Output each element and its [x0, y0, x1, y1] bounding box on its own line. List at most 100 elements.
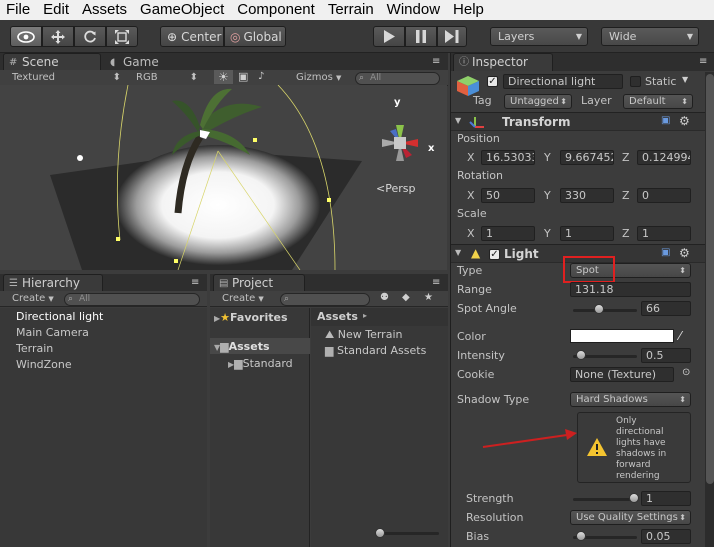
filter-by-type-icon[interactable]: ⚉ [380, 292, 389, 303]
shadow-type-dropdown[interactable]: Hard Shadows ⬍ [570, 392, 691, 407]
project-create-dropdown[interactable]: Create ▼ [218, 292, 274, 306]
scale-x-field[interactable]: 1 [481, 226, 535, 241]
rotation-x-field[interactable]: 50 [481, 188, 535, 203]
intensity-field[interactable]: 0.5 [641, 348, 691, 363]
panel-menu-icon[interactable]: ≡ [432, 277, 440, 288]
menu-gameobject[interactable]: GameObject [134, 0, 231, 20]
scene-search-input[interactable]: ⌕ All [355, 72, 440, 85]
tab-scene[interactable]: # Scene [3, 53, 101, 71]
layer-dropdown[interactable]: Default ⬍ [623, 94, 693, 109]
scene-image-icon[interactable]: ▣ [238, 70, 248, 83]
panel-menu-icon[interactable]: ≡ [432, 56, 440, 67]
spot-angle-field[interactable]: 66 [641, 301, 691, 316]
menu-window[interactable]: Window [381, 0, 447, 20]
menu-terrain[interactable]: Terrain [322, 0, 381, 20]
pause-button[interactable] [405, 26, 437, 47]
light-type-label: Type [457, 264, 483, 277]
hierarchy-item-terrain[interactable]: Terrain [16, 342, 53, 355]
tree-standard[interactable]: ▶▆Standard [228, 357, 293, 370]
scale-y-field[interactable]: 1 [560, 226, 614, 241]
range-field[interactable]: 131.18 [570, 282, 691, 297]
audio-icon[interactable]: ♪ [258, 71, 264, 82]
tree-assets-row[interactable]: ▼▆Assets [210, 338, 310, 354]
layers-dropdown[interactable]: Layers ▼ [490, 27, 588, 46]
shadow-type-label: Shadow Type [457, 393, 530, 406]
menu-component[interactable]: Component [231, 0, 322, 20]
layout-dropdown[interactable]: Wide ▼ [601, 27, 699, 46]
filter-by-label-icon[interactable]: ◆ [402, 292, 410, 303]
view-tool-button[interactable] [10, 26, 42, 47]
scene-lighting-icon[interactable]: ☀ [214, 70, 233, 84]
strength-slider-knob[interactable] [629, 493, 639, 503]
tab-project[interactable]: ▤ Project [213, 274, 305, 292]
tab-inspector[interactable]: ⓘ Inspector [453, 53, 553, 71]
active-checkbox[interactable]: ✓ [487, 76, 498, 87]
spot-angle-slider[interactable] [573, 309, 637, 312]
scene-viewport[interactable]: y x <Persp [0, 85, 447, 270]
search-icon: ⌕ [359, 73, 365, 83]
resolution-dropdown[interactable]: Use Quality Settings ⬍ [570, 510, 691, 525]
rotate-tool-button[interactable] [74, 26, 106, 47]
tab-hierarchy[interactable]: ☰ Hierarchy [3, 274, 103, 292]
position-x-field[interactable]: 16.53033 [481, 150, 535, 165]
move-tool-button[interactable] [42, 26, 74, 47]
projection-label[interactable]: <Persp [376, 182, 415, 195]
position-y-field[interactable]: 9.667452 [560, 150, 614, 165]
color-mode-dropdown[interactable]: RGB ⬍ [132, 71, 200, 85]
strength-slider[interactable] [573, 498, 637, 501]
menu-assets[interactable]: Assets [76, 0, 134, 20]
inspector-tabbar: ⓘ Inspector ≡ [451, 53, 714, 71]
render-mode-dropdown[interactable]: Textured ⬍ [8, 71, 123, 85]
light-color-swatch[interactable] [570, 329, 674, 343]
rotation-z-field[interactable]: 0 [637, 188, 691, 203]
hierarchy-item-main-camera[interactable]: Main Camera [16, 326, 89, 339]
intensity-slider-knob[interactable] [576, 350, 587, 360]
settings-gear-icon[interactable]: ⚙ [679, 114, 690, 128]
help-book-icon[interactable]: ▣ [661, 115, 670, 126]
menu-file[interactable]: File [0, 0, 37, 20]
hierarchy-item-windzone[interactable]: WindZone [16, 358, 72, 371]
spot-angle-slider-knob[interactable] [593, 304, 604, 314]
inspector-scrollbar[interactable] [705, 72, 714, 547]
hierarchy-item-directional-light[interactable]: Directional light [16, 310, 103, 323]
eyedropper-icon[interactable]: ⁄ [679, 329, 681, 343]
hierarchy-search-input[interactable]: ⌕ All [64, 293, 200, 306]
static-checkbox[interactable] [630, 76, 641, 87]
favorite-star-icon[interactable]: ★ [424, 292, 433, 303]
play-icon [384, 30, 395, 43]
bias-slider-knob[interactable] [575, 531, 586, 541]
scale-z-field[interactable]: 1 [637, 226, 691, 241]
orientation-gizmo[interactable] [382, 125, 418, 161]
asset-item-standard-assets[interactable]: ▆ Standard Assets [325, 344, 426, 357]
strength-field[interactable]: 1 [641, 491, 691, 506]
light-enabled-checkbox[interactable]: ✓ [489, 249, 500, 260]
menu-help[interactable]: Help [447, 0, 491, 20]
object-picker-icon[interactable]: ⊙ [682, 367, 690, 378]
bias-field[interactable]: 0.05 [641, 529, 691, 544]
transform-header[interactable]: ▼ Transform ▣ ⚙ [451, 112, 714, 131]
tab-game[interactable]: ◖ Game [104, 53, 194, 71]
step-button[interactable] [437, 26, 467, 47]
tree-favorites[interactable]: ▶★Favorites [214, 311, 288, 324]
settings-gear-icon[interactable]: ⚙ [679, 246, 690, 260]
icon-size-slider-knob[interactable] [375, 528, 385, 538]
scale-tool-button[interactable] [106, 26, 138, 47]
object-name-field[interactable]: Directional light [503, 74, 623, 89]
rotation-y-field[interactable]: 330 [560, 188, 614, 203]
tag-dropdown[interactable]: Untagged ⬍ [504, 94, 572, 109]
play-button[interactable] [373, 26, 405, 47]
inspector-scrollbar-thumb[interactable] [706, 74, 714, 484]
global-space-button[interactable]: ◎ Global [224, 26, 286, 47]
cookie-field[interactable]: None (Texture) [570, 367, 674, 382]
center-pivot-button[interactable]: ⊕ Center [160, 26, 224, 47]
menu-edit[interactable]: Edit [37, 0, 76, 20]
project-search-input[interactable]: ⌕ [280, 293, 370, 306]
position-z-field[interactable]: 0.124994 [637, 150, 691, 165]
hierarchy-create-dropdown[interactable]: Create ▼ [8, 292, 64, 306]
static-dropdown-arrow-icon[interactable]: ▼ [682, 75, 688, 84]
panel-menu-icon[interactable]: ≡ [699, 56, 707, 67]
help-book-icon[interactable]: ▣ [661, 247, 670, 258]
panel-menu-icon[interactable]: ≡ [191, 277, 199, 288]
asset-item-new-terrain[interactable]: ⛰ New Terrain [325, 328, 402, 342]
gizmos-dropdown[interactable]: Gizmos ▼ [292, 71, 352, 85]
